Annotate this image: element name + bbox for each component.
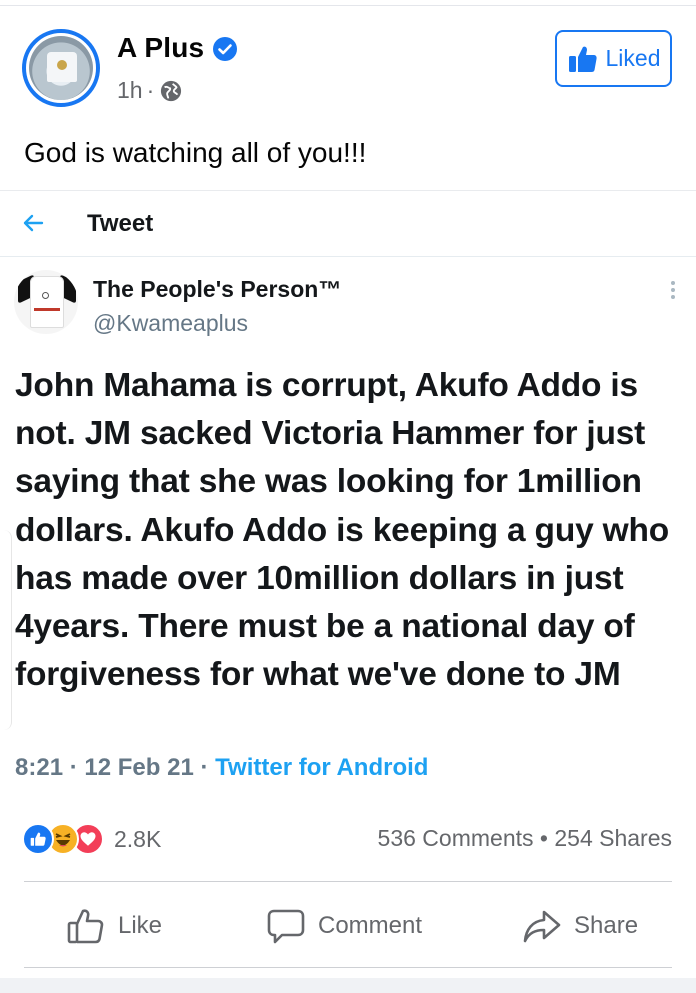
post-time[interactable]: 1h: [117, 77, 143, 104]
top-border: [0, 0, 696, 6]
share-button[interactable]: Share: [522, 904, 638, 948]
tweet-date: 12 Feb 21: [84, 754, 194, 781]
page-avatar[interactable]: [22, 29, 100, 107]
post-header: A Plus 1h · Liked: [0, 10, 696, 120]
tweet-author-handle[interactable]: @Kwameaplus: [93, 310, 248, 337]
meta-separator: ·: [146, 77, 155, 103]
engagement-counts: 536 Comments • 254 Shares: [378, 825, 672, 852]
share-label: Share: [574, 912, 639, 939]
liked-button[interactable]: Liked: [555, 30, 672, 87]
tweet-meta-separator: ·: [69, 754, 78, 781]
comment-label: Comment: [318, 912, 423, 939]
tweet-time: 8:21: [15, 754, 64, 781]
thumbs-up-icon: [568, 46, 597, 72]
more-options-icon[interactable]: [670, 280, 676, 300]
action-bar: Like Comment Share: [0, 882, 696, 968]
post-meta: 1h ·: [117, 77, 182, 104]
back-arrow-icon[interactable]: [22, 212, 44, 234]
page-avatar-image: [29, 36, 93, 100]
tweet-meta: 8:21 · 12 Feb 21 · Twitter for Android: [15, 754, 428, 782]
tweet-author-avatar[interactable]: [14, 270, 78, 334]
post-text: God is watching all of you!!!: [24, 137, 367, 168]
liked-label: Liked: [605, 45, 661, 71]
tweet-source: Twitter for Android: [215, 754, 429, 781]
tweet-author-name[interactable]: The People's Person™: [93, 276, 341, 303]
globe-icon: [161, 80, 182, 101]
share-arrow-icon: [523, 910, 561, 943]
reactions-summary[interactable]: 2.8K: [22, 819, 161, 859]
thumbs-up-outline-icon: [67, 909, 104, 944]
tweet-meta-separator: ·: [200, 754, 209, 781]
comment-button[interactable]: Comment: [266, 904, 422, 948]
like-label: Like: [118, 912, 163, 939]
comment-bubble-icon: [267, 909, 305, 944]
page-name[interactable]: A Plus: [117, 32, 204, 64]
feed-separator: [0, 978, 696, 993]
like-reaction-icon: [22, 823, 54, 855]
left-edge-handle: [0, 530, 12, 730]
verified-badge-icon: [213, 37, 237, 61]
comments-count[interactable]: 536 Comments: [378, 825, 534, 851]
tweet-body: John Mahama is corrupt, Akufo Addo is no…: [15, 367, 670, 694]
engagement-dot: •: [539, 825, 548, 851]
divider: [24, 967, 672, 968]
reaction-count: 2.8K: [114, 825, 162, 852]
tweet-bar-title: Tweet: [87, 210, 154, 237]
tweet-header-bar: Tweet: [0, 191, 696, 257]
shares-count[interactable]: 254 Shares: [554, 825, 672, 851]
like-button[interactable]: Like: [66, 904, 162, 948]
